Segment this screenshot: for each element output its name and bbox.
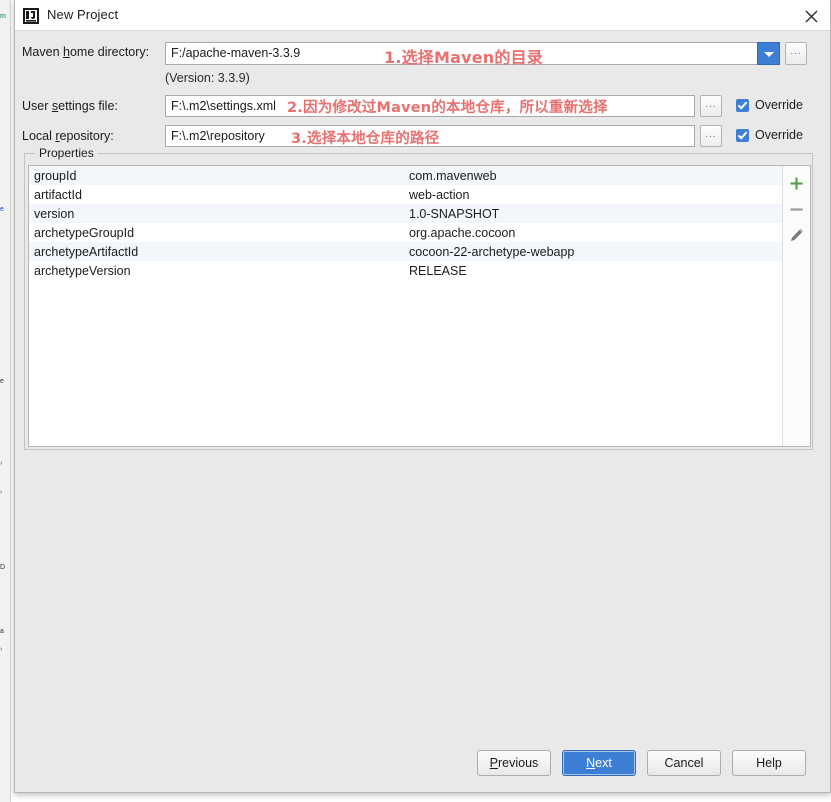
property-value: cocoon-22-archetype-webapp xyxy=(409,244,575,259)
properties-table[interactable]: groupId com.mavenweb artifactId web-acti… xyxy=(29,166,782,446)
ide-background-fragment: e xyxy=(0,206,4,213)
user-settings-label: User settings file: xyxy=(22,99,118,113)
ide-background-fragment: › xyxy=(0,646,3,653)
property-value: RELEASE xyxy=(409,263,467,278)
maven-home-browse-button[interactable]: ... xyxy=(785,42,807,65)
local-repository-override-label: Override xyxy=(755,128,803,142)
properties-legend: Properties xyxy=(35,146,98,160)
new-project-dialog: New Project Maven home directory: F:/apa… xyxy=(14,0,831,793)
user-settings-browse-button[interactable]: ... xyxy=(700,95,722,117)
cancel-button[interactable]: Cancel xyxy=(647,750,721,776)
next-button[interactable]: Next xyxy=(562,750,636,776)
ide-background-fragment: › xyxy=(0,460,3,467)
close-icon[interactable] xyxy=(800,5,822,27)
chevron-down-icon xyxy=(763,51,774,57)
ide-left-gutter xyxy=(0,0,11,802)
property-name: archetypeGroupId xyxy=(34,225,135,240)
table-row[interactable]: archetypeGroupId org.apache.cocoon xyxy=(29,223,782,242)
annotation-2: 2.因为修改过Maven的本地仓库，所以重新选择 xyxy=(287,100,608,116)
table-row[interactable]: artifactId web-action xyxy=(29,185,782,204)
property-value: org.apache.cocoon xyxy=(409,225,516,240)
ide-background-fragment: m xyxy=(0,13,6,20)
annotation-1: 1.选择Maven的目录 xyxy=(384,48,544,67)
maven-home-dropdown-button[interactable] xyxy=(757,42,780,65)
ide-background-fragment: e xyxy=(0,378,4,385)
plus-icon xyxy=(790,177,803,189)
checkbox-checked-icon xyxy=(736,128,749,142)
annotation-3: 3.选择本地仓库的路径 xyxy=(291,131,440,147)
minus-icon xyxy=(790,207,803,211)
add-property-button[interactable] xyxy=(783,170,810,196)
property-name: groupId xyxy=(34,168,77,183)
previous-button[interactable]: Previous xyxy=(477,750,551,776)
edit-property-button[interactable] xyxy=(783,222,810,248)
ide-background-fragment: a xyxy=(0,628,4,635)
maven-home-value: F:/apache-maven-3.3.9 xyxy=(171,46,301,60)
dialog-footer: Previous Next Cancel Help xyxy=(15,750,830,780)
table-row[interactable]: groupId com.mavenweb xyxy=(29,166,782,185)
local-repository-override-checkbox[interactable]: Override xyxy=(736,128,803,142)
local-repository-browse-button[interactable]: ... xyxy=(700,125,722,147)
properties-toolbar xyxy=(782,166,810,446)
user-settings-override-label: Override xyxy=(755,98,803,112)
property-value: 1.0-SNAPSHOT xyxy=(409,206,500,221)
properties-panel: groupId com.mavenweb artifactId web-acti… xyxy=(28,165,811,447)
remove-property-button[interactable] xyxy=(783,196,810,222)
property-name: artifactId xyxy=(34,187,82,202)
dialog-titlebar: New Project xyxy=(15,0,830,31)
intellij-idea-icon xyxy=(23,8,39,24)
property-name: archetypeArtifactId xyxy=(34,244,139,259)
ide-background-fragment: D xyxy=(0,564,6,571)
local-repository-label: Local repository: xyxy=(22,129,114,143)
properties-group: Properties groupId com.mavenweb artifact… xyxy=(24,146,813,450)
table-row[interactable]: version 1.0-SNAPSHOT xyxy=(29,204,782,223)
checkbox-checked-icon xyxy=(736,98,749,112)
table-row[interactable]: archetypeVersion RELEASE xyxy=(29,261,782,280)
local-repository-value: F:\.m2\repository xyxy=(171,129,265,143)
ide-background-fragment: › xyxy=(0,489,3,496)
maven-version-note: (Version: 3.3.9) xyxy=(165,71,250,85)
help-button[interactable]: Help xyxy=(732,750,806,776)
property-name: archetypeVersion xyxy=(34,263,131,278)
maven-home-label: Maven home directory: xyxy=(22,45,150,59)
dialog-title: New Project xyxy=(47,7,119,22)
table-row[interactable]: archetypeArtifactId cocoon-22-archetype-… xyxy=(29,242,782,261)
user-settings-override-checkbox[interactable]: Override xyxy=(736,98,803,112)
property-value: web-action xyxy=(409,187,470,202)
user-settings-value: F:\.m2\settings.xml xyxy=(171,99,276,113)
pencil-icon xyxy=(790,228,803,241)
property-name: version xyxy=(34,206,75,221)
property-value: com.mavenweb xyxy=(409,168,497,183)
